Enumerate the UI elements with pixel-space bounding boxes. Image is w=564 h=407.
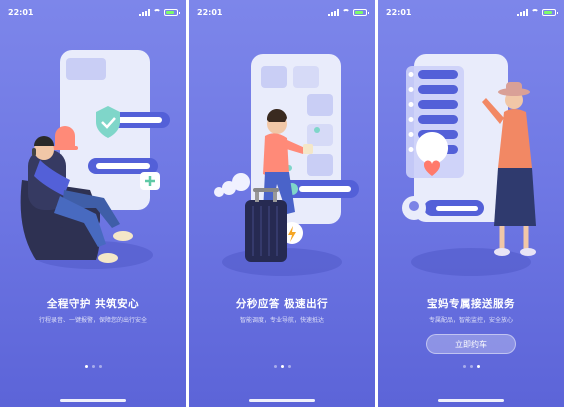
home-indicator[interactable] [60,399,126,402]
traveler-luggage-illustration [214,54,359,276]
home-indicator[interactable] [249,399,315,402]
battery-icon [164,8,180,16]
wifi-icon [531,9,539,15]
page-dot-3[interactable] [287,365,291,368]
status-time: 22:01 [386,7,412,17]
page-subtitle: 专属配品，智能监控，安全放心 [428,317,513,324]
wifi-icon [342,9,350,15]
exclusive-service-illustration [402,54,536,276]
page-title: 分秒应答 极速出行 [235,298,329,310]
battery-icon [542,8,558,16]
page-indicator[interactable] [0,365,186,368]
page-dot-2[interactable] [91,365,95,368]
signal-icon [139,8,150,16]
book-now-button[interactable]: 立即约车 [426,334,516,354]
page-title: 全程守护 共筑安心 [46,298,140,310]
page-dot-2[interactable] [469,365,473,368]
page-dot-1[interactable] [84,365,88,368]
page-dot-1[interactable] [462,365,466,368]
onboarding-screen-2[interactable]: 22:01 分秒应答 极速出行 智能调度，专业导航，快速抵达 [189,0,375,407]
page-indicator[interactable] [378,365,564,368]
onboarding-screen-3[interactable]: 22:01 宝妈专属接送服务 专属配品，智能监控，安全放心 立即约车 [378,0,564,407]
status-time: 22:01 [8,7,34,17]
page-subtitle: 智能调度，专业导航，快速抵达 [239,317,324,324]
status-bar: 22:01 [8,6,180,18]
status-bar: 22:01 [386,6,558,18]
signal-icon [517,8,528,16]
onboarding-strip: 22:01 全程守护 共筑安心 行程录音、一键报警，保障您的出行安全 22:01… [0,0,564,407]
battery-icon [353,8,369,16]
signal-icon [328,8,339,16]
page-indicator[interactable] [189,365,375,368]
page-dot-3[interactable] [476,365,480,368]
page-title: 宝妈专属接送服务 [427,298,515,310]
home-indicator[interactable] [438,399,504,402]
onboarding-screen-1[interactable]: 22:01 全程守护 共筑安心 行程录音、一键报警，保障您的出行安全 [0,0,186,407]
page-dot-1[interactable] [273,365,277,368]
safety-seat-illustration [20,50,170,269]
page-subtitle: 行程录音、一键报警，保障您的出行安全 [38,317,147,324]
page-dot-3[interactable] [98,365,102,368]
page-dot-2[interactable] [280,365,284,368]
status-time: 22:01 [197,7,223,17]
wifi-icon [153,9,161,15]
status-bar: 22:01 [197,6,369,18]
